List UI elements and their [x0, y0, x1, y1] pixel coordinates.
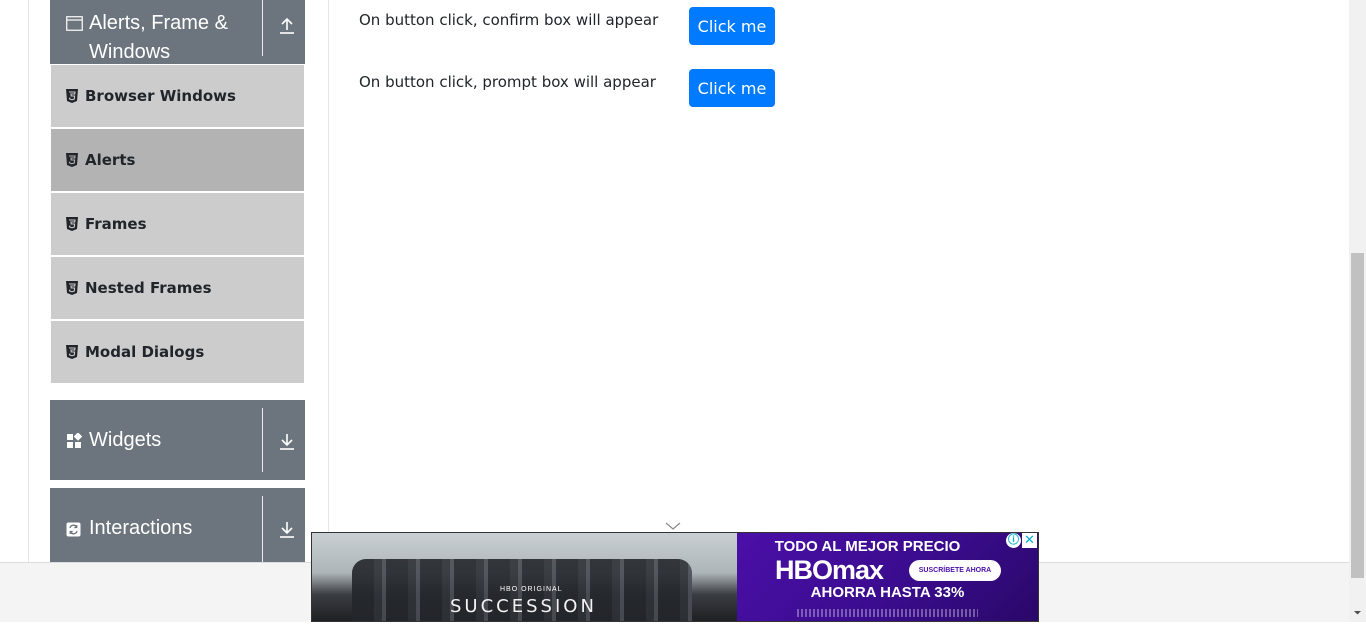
- ad-brand-logo: HBOmax: [775, 555, 884, 585]
- group-title-line1: Alerts, Frame &: [89, 12, 228, 34]
- scroll-down-arrow-icon[interactable]: [1349, 604, 1366, 621]
- expand-arrow-down-icon[interactable]: [277, 520, 297, 540]
- group-header-interactions[interactable]: Interactions: [50, 488, 305, 562]
- confirm-click-me-button[interactable]: Click me: [689, 7, 775, 45]
- collapse-arrow-up-icon[interactable]: [277, 16, 297, 36]
- ad-info-icon[interactable]: ⓘ: [1006, 533, 1021, 548]
- window-icon: [66, 16, 83, 36]
- group-title: Interactions: [89, 517, 193, 539]
- sidebar-item-label: Modal Dialogs: [85, 343, 205, 361]
- expand-arrow-down-icon[interactable]: [277, 432, 297, 452]
- ad-headline: TODO AL MEJOR PRECIO: [774, 538, 961, 555]
- header-divider: [262, 408, 263, 472]
- html5-icon: [66, 89, 78, 103]
- header-divider: [262, 0, 263, 56]
- sidebar-item-browser-windows[interactable]: Browser Windows: [51, 65, 304, 127]
- sidebar-divider: [328, 0, 329, 562]
- sidebar-item-nested-frames[interactable]: Nested Frames: [51, 257, 304, 319]
- ad-badge: HBO ORIGINAL: [500, 586, 563, 593]
- ad-show-title: SUCCESSION: [450, 596, 597, 617]
- sidebar-item-modal-dialogs[interactable]: Modal Dialogs: [51, 321, 304, 383]
- advertisement-banner[interactable]: HBO ORIGINAL SUCCESSION TODO AL MEJOR PR…: [311, 532, 1039, 622]
- prompt-click-me-button[interactable]: Click me: [689, 69, 775, 107]
- html5-icon: [66, 345, 78, 359]
- sidebar-item-alerts[interactable]: Alerts: [51, 129, 304, 191]
- sidebar-item-label: Alerts: [85, 151, 136, 169]
- group-title-line2: Windows: [89, 41, 171, 63]
- ad-photo: HBO ORIGINAL SUCCESSION: [312, 533, 737, 621]
- group-header-alerts-frame-windows[interactable]: Alerts, Frame & Windows: [50, 0, 305, 64]
- interactions-icon: [66, 522, 81, 542]
- ad-close-icon[interactable]: ✕: [1022, 533, 1037, 548]
- sidebar-item-label: Nested Frames: [85, 279, 212, 297]
- sidebar-item-label: Browser Windows: [85, 87, 236, 105]
- header-divider: [262, 496, 263, 562]
- prompt-box-description: On button click, prompt box will appear: [359, 73, 656, 91]
- sidebar-item-frames[interactable]: Frames: [51, 193, 304, 255]
- ad-promo-panel: TODO AL MEJOR PRECIO HBOmax SUSCRÍBETE A…: [737, 533, 1038, 621]
- ad-fine-print: [797, 609, 978, 617]
- sidebar-item-label: Frames: [85, 215, 147, 233]
- page-left-border: [28, 0, 29, 562]
- html5-icon: [66, 217, 78, 231]
- confirm-box-description: On button click, confirm box will appear: [359, 11, 659, 29]
- widgets-grid-icon: [66, 432, 83, 454]
- group-title: Widgets: [89, 429, 162, 451]
- html5-icon: [66, 281, 78, 295]
- group-header-widgets[interactable]: Widgets: [50, 400, 305, 480]
- html5-icon: [66, 153, 78, 167]
- ad-savings-text: AHORRA HASTA 33%: [810, 584, 965, 601]
- scrollbar-thumb[interactable]: [1351, 253, 1364, 578]
- ad-subscribe-button[interactable]: SUSCRÍBETE AHORA: [909, 560, 1001, 581]
